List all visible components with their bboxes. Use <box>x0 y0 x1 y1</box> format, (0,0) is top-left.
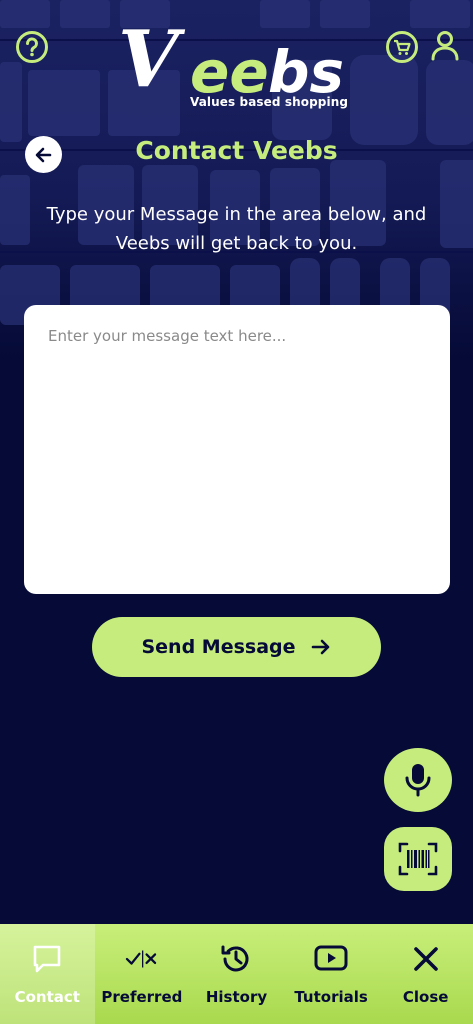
nav-label-contact: Contact <box>14 988 80 1006</box>
nav-item-close[interactable]: Close <box>378 924 473 1024</box>
microphone-icon <box>405 764 431 797</box>
user-icon[interactable] <box>428 28 462 62</box>
svg-text:bs: bs <box>268 38 344 98</box>
help-icon[interactable] <box>15 30 49 64</box>
cart-icon[interactable] <box>385 30 419 64</box>
nav-item-history[interactable]: History <box>189 924 284 1024</box>
nav-label-tutorials: Tutorials <box>294 988 368 1006</box>
check-x-icon <box>125 950 157 968</box>
microphone-button[interactable] <box>384 748 452 812</box>
message-input[interactable] <box>24 305 450 594</box>
back-button[interactable] <box>25 136 62 173</box>
close-icon <box>413 947 438 971</box>
bottom-navigation: Contact Preferred History Tutorials Clos… <box>0 924 473 1024</box>
logo-tagline: Values based shopping <box>190 95 349 109</box>
nav-label-history: History <box>205 988 268 1006</box>
nav-item-preferred[interactable]: Preferred <box>95 924 190 1024</box>
nav-label-preferred: Preferred <box>101 988 183 1006</box>
nav-item-contact[interactable]: Contact <box>0 924 95 1024</box>
instructions-text: Type your Message in the area below, and… <box>46 204 427 254</box>
send-message-button[interactable]: Send Message <box>92 617 381 677</box>
send-message-label: Send Message <box>141 636 296 658</box>
page-title: Contact Veebs <box>135 136 338 165</box>
chat-icon <box>33 945 61 973</box>
arrow-right-icon <box>311 639 329 655</box>
svg-text:V: V <box>118 18 186 98</box>
svg-text:ee: ee <box>190 38 269 98</box>
barcode-scan-icon <box>398 842 438 876</box>
video-play-icon <box>314 945 348 971</box>
history-icon <box>221 945 249 972</box>
arrow-left-icon <box>35 147 51 162</box>
nav-label-close: Close <box>402 988 449 1006</box>
barcode-scan-button[interactable] <box>384 827 452 891</box>
nav-item-tutorials[interactable]: Tutorials <box>284 924 379 1024</box>
